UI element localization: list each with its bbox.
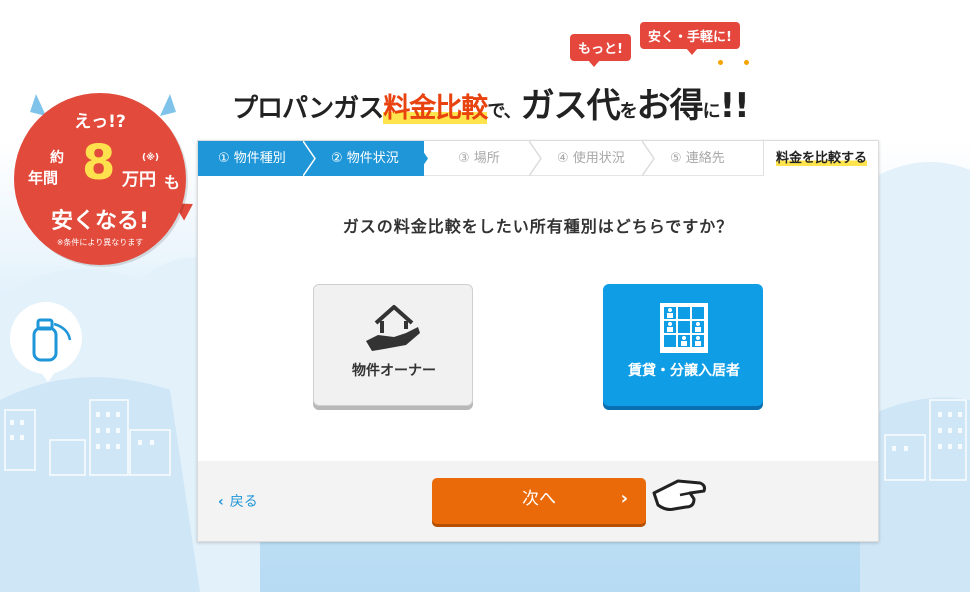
- step-usage: ④ 使用状況: [537, 141, 650, 176]
- next-label: 次へ: [522, 489, 556, 509]
- bubble-motto: もっと!: [570, 34, 631, 67]
- progress-steps: ① 物件種別 ② 物件状況 ③ 場所 ④ 使用状況 ⑤ 連絡先 料金を比較する: [198, 141, 878, 176]
- back-label: 戻る: [229, 494, 258, 510]
- badge-approx: 約: [50, 150, 64, 166]
- step-property-status: ② 物件状況: [311, 141, 424, 176]
- house-hand-icon: [314, 299, 474, 359]
- badge-exclaim: えっ!?: [74, 112, 126, 132]
- gas-cylinder-bubble-tail: [38, 368, 58, 382]
- badge-footnote: ※条件により異なります: [56, 238, 144, 247]
- step-separator: [416, 141, 428, 176]
- back-button[interactable]: ‹ 戻る: [218, 491, 258, 511]
- badge-annual: 年間: [28, 169, 59, 187]
- badge-amount: 8: [82, 135, 116, 191]
- step-separator: [303, 141, 316, 176]
- choice-tenant[interactable]: 賃貸・分譲入居者: [603, 284, 763, 406]
- step-separator: [642, 141, 655, 176]
- step-compare: 料金を比較する: [763, 141, 878, 176]
- savings-badge: えっ!? 約 年間 8 万円 (※) も 安くなる! ※条件により異なります: [14, 93, 186, 265]
- badge-cheaper: 安くなる!: [50, 209, 150, 234]
- form-footer: ‹ 戻る 次へ ›: [198, 461, 878, 541]
- choice-owner[interactable]: 物件オーナー: [313, 284, 473, 406]
- badge-note-mark: (※): [142, 153, 159, 163]
- choice-tenant-label: 賃貸・分譲入居者: [628, 363, 740, 379]
- question-text: ガスの料金比較をしたい所有種別はどちらですか？: [342, 217, 734, 236]
- chevron-right-icon: ›: [620, 488, 628, 509]
- form-panel: ① 物件種別 ② 物件状況 ③ 場所 ④ 使用状況 ⑤ 連絡先 料金を比較する: [197, 140, 879, 542]
- choice-owner-label: 物件オーナー: [352, 363, 436, 379]
- pointing-hand-icon: [652, 479, 706, 511]
- chevron-left-icon: ‹: [218, 494, 224, 510]
- page-headline: プロパンガス料金比較で、ガス代をお得に!!: [232, 86, 750, 126]
- apartment-residents-icon: [604, 299, 764, 359]
- step-location: ③ 場所: [424, 141, 537, 176]
- badge-unit: 万円: [122, 170, 156, 190]
- bubble-yasuku: 安く・手軽に!: [640, 22, 740, 55]
- step-contact: ⑤ 連絡先: [650, 141, 763, 176]
- gas-cylinder-icon: [32, 318, 72, 362]
- step-separator: [529, 141, 542, 176]
- next-button[interactable]: 次へ ›: [432, 478, 646, 524]
- badge-mo: も: [164, 173, 181, 192]
- step-property-type: ① 物件種別: [198, 141, 311, 176]
